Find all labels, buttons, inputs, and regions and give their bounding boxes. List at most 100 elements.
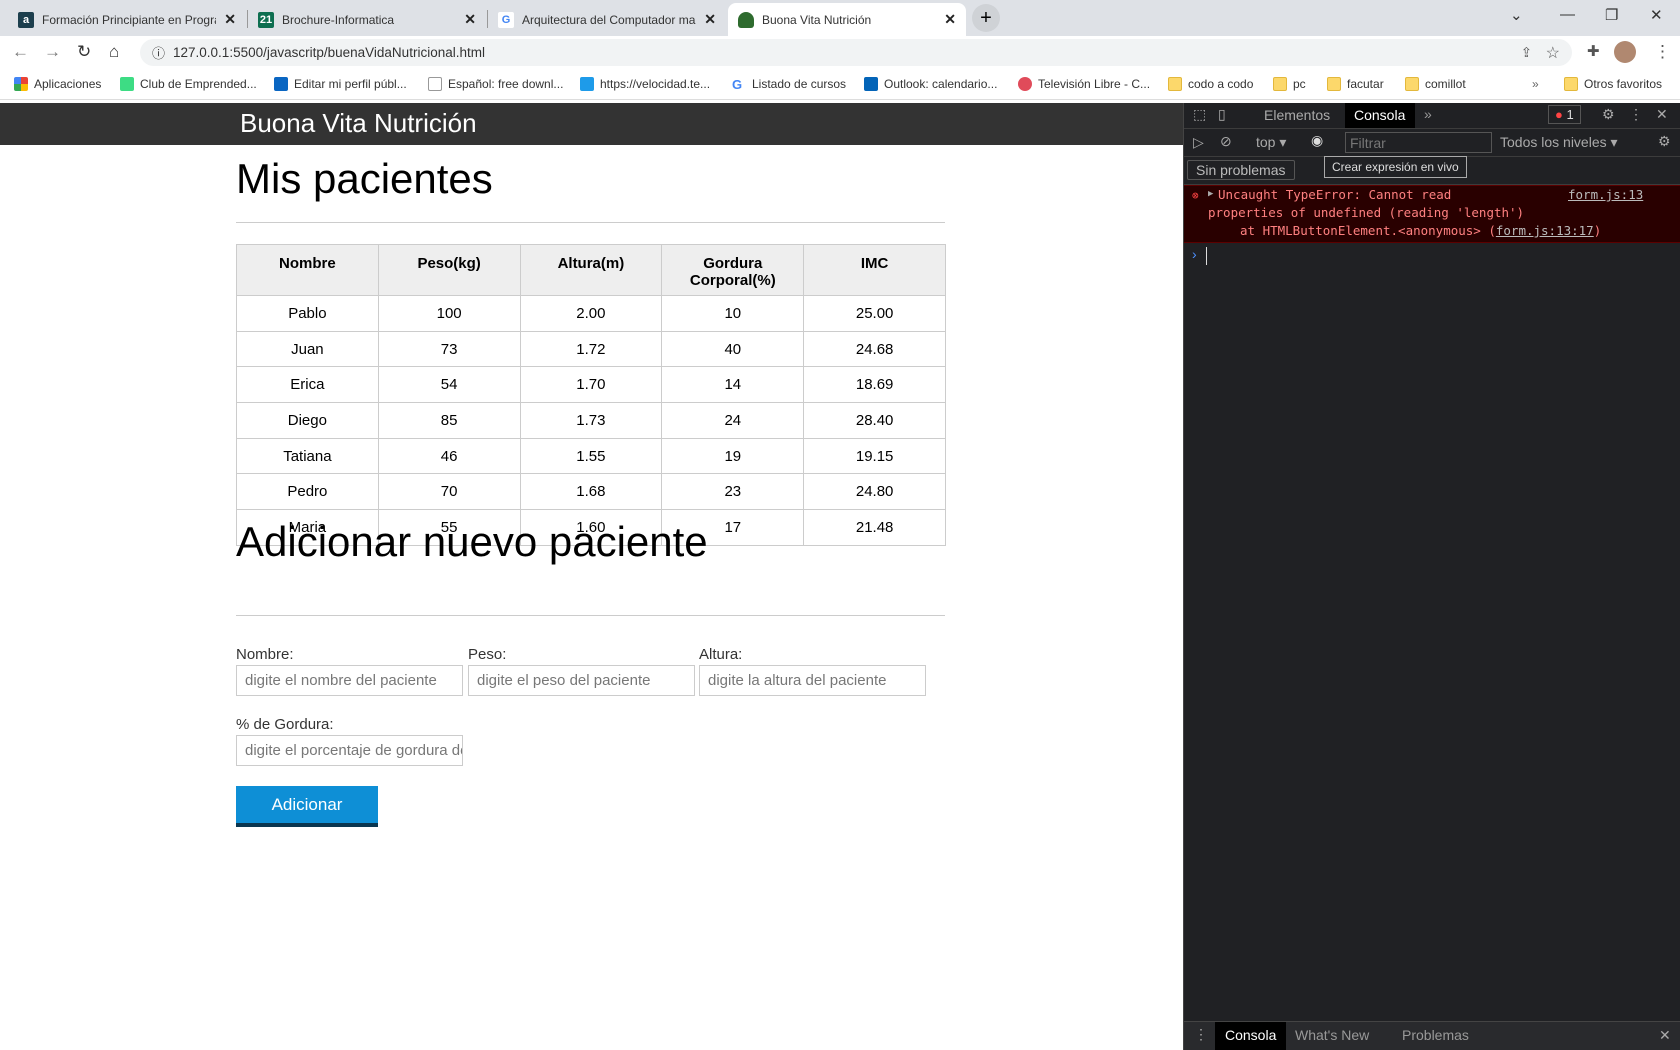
inspect-icon[interactable]: ⬚ bbox=[1193, 106, 1206, 123]
bookmark-label: comillot bbox=[1425, 77, 1466, 91]
close-tab-icon[interactable]: ✕ bbox=[944, 11, 956, 28]
bookmark[interactable]: Outlook: calendario... bbox=[864, 77, 997, 91]
column-header: Nombre bbox=[236, 244, 379, 296]
bookmark-folder[interactable]: facutar bbox=[1327, 77, 1384, 91]
stack-link[interactable]: form.js:13:17 bbox=[1496, 223, 1594, 238]
context-selector[interactable]: top ▾ bbox=[1256, 134, 1286, 151]
expand-arrow-icon[interactable]: ▶ bbox=[1208, 189, 1213, 199]
tab[interactable]: a Formación Principiante en Progra ✕ bbox=[8, 3, 246, 36]
table-cell: 1.68 bbox=[519, 473, 663, 511]
bookmark[interactable]: Club de Emprended... bbox=[120, 77, 257, 91]
drawer-menu-icon[interactable]: ⋮ bbox=[1194, 1026, 1208, 1043]
bookmark-folder[interactable]: codo a codo bbox=[1168, 77, 1253, 91]
table-cell: 19.15 bbox=[803, 437, 946, 475]
console-settings-icon[interactable]: ⚙ bbox=[1658, 133, 1671, 150]
info-icon[interactable]: ⓘ bbox=[152, 43, 165, 62]
bookmark[interactable]: Español: free downl... bbox=[428, 77, 563, 91]
table-cell: 1.72 bbox=[519, 330, 663, 368]
bookmark[interactable]: https://velocidad.te... bbox=[580, 77, 710, 91]
close-tab-icon[interactable]: ✕ bbox=[464, 11, 476, 28]
close-devtools-icon[interactable]: ✕ bbox=[1656, 106, 1668, 123]
tab[interactable]: G Arquitectura del Computador ma ✕ bbox=[488, 3, 726, 36]
tab-active[interactable]: Buona Vita Nutrición ✕ bbox=[728, 3, 966, 36]
error-counter[interactable]: ● 1 bbox=[1548, 105, 1581, 124]
more-options-icon[interactable]: ⋮ bbox=[1629, 106, 1643, 123]
address-bar[interactable]: ⓘ 127.0.0.1:5500/javascritp/buenaVidaNutr… bbox=[140, 39, 1572, 66]
table-cell: Pablo bbox=[236, 295, 379, 332]
bookmark[interactable]: Televisión Libre - C... bbox=[1018, 77, 1150, 91]
reload-icon[interactable]: ↻ bbox=[77, 42, 91, 62]
share-icon[interactable]: ⇪ bbox=[1521, 45, 1532, 61]
source-link[interactable]: form.js:13 bbox=[1568, 187, 1643, 202]
column-header: Altura(m) bbox=[519, 244, 663, 296]
nombre-input[interactable] bbox=[236, 665, 463, 696]
v-icon bbox=[428, 77, 442, 91]
home-icon[interactable]: ⌂ bbox=[109, 42, 119, 62]
bookmark-label: Editar mi perfil públ... bbox=[294, 77, 407, 91]
close-tab-icon[interactable]: ✕ bbox=[704, 11, 716, 28]
sidebar-toggle-icon[interactable]: ▷ bbox=[1193, 134, 1204, 151]
console-prompt-icon: › bbox=[1192, 246, 1197, 262]
forward-icon[interactable]: → bbox=[44, 42, 61, 62]
back-icon[interactable]: ← bbox=[12, 42, 29, 62]
star-icon[interactable]: ☆ bbox=[1546, 43, 1560, 63]
divider bbox=[236, 222, 945, 223]
bookmark-label: pc bbox=[1293, 77, 1306, 91]
avatar[interactable] bbox=[1614, 41, 1636, 63]
minimize-icon[interactable]: — bbox=[1560, 6, 1575, 23]
console-input[interactable] bbox=[1206, 247, 1207, 265]
table-cell: 10 bbox=[661, 295, 805, 332]
extensions-icon[interactable]: ✚ bbox=[1587, 42, 1600, 60]
more-tabs-button[interactable]: » bbox=[1424, 106, 1432, 122]
drawer-tab-problemas[interactable]: Problemas bbox=[1402, 1027, 1469, 1043]
menu-icon[interactable]: ⋮ bbox=[1654, 42, 1671, 62]
bookmark[interactable]: G Listado de cursos bbox=[732, 77, 847, 92]
device-toolbar-icon[interactable]: ▯ bbox=[1218, 106, 1226, 123]
clear-console-icon[interactable]: ⊘ bbox=[1220, 133, 1232, 150]
issues-button[interactable]: Sin problemas bbox=[1187, 160, 1295, 180]
page-title: Mis pacientes bbox=[236, 155, 493, 202]
log-levels-dropdown[interactable]: Todos los niveles ▾ bbox=[1500, 134, 1618, 151]
peso-input[interactable] bbox=[468, 665, 695, 696]
more-bookmarks-button[interactable]: » bbox=[1532, 77, 1539, 91]
add-patient-button[interactable]: Adicionar bbox=[236, 786, 378, 827]
gordura-label: % de Gordura: bbox=[236, 716, 334, 733]
stack-text: ) bbox=[1593, 223, 1602, 238]
altura-input[interactable] bbox=[699, 665, 926, 696]
table-cell: 85 bbox=[377, 402, 521, 439]
tab-elementos[interactable]: Elementos bbox=[1264, 107, 1330, 123]
other-bookmarks[interactable]: Otros favoritos bbox=[1564, 77, 1662, 91]
tab[interactable]: 21 Brochure-Informatica ✕ bbox=[248, 3, 486, 36]
linkedin-icon bbox=[274, 77, 288, 91]
tab-search-icon[interactable]: ⌄ bbox=[1510, 6, 1523, 24]
google-icon: G bbox=[732, 77, 743, 92]
folder-icon bbox=[1564, 77, 1578, 91]
browser-toolbar: ← → ↻ ⌂ ⓘ 127.0.0.1:5500/javascritp/buena… bbox=[0, 36, 1680, 69]
bookmark-folder[interactable]: comillot bbox=[1405, 77, 1466, 91]
bookmark[interactable]: Editar mi perfil públ... bbox=[274, 77, 407, 91]
new-tab-button[interactable]: + bbox=[972, 4, 1000, 32]
close-drawer-icon[interactable]: ✕ bbox=[1659, 1027, 1671, 1044]
bookmark-label: Listado de cursos bbox=[752, 77, 847, 91]
settings-icon[interactable]: ⚙ bbox=[1602, 106, 1615, 123]
tab-title: Formación Principiante en Progra bbox=[42, 12, 217, 27]
tab-consola[interactable]: Consola bbox=[1345, 103, 1415, 128]
close-window-icon[interactable]: ✕ bbox=[1650, 6, 1663, 24]
filter-input[interactable] bbox=[1345, 132, 1492, 153]
restore-icon[interactable]: ❐ bbox=[1605, 6, 1618, 24]
bookmark-folder[interactable]: pc bbox=[1273, 77, 1306, 91]
live-expression-eye-icon[interactable]: ◉ bbox=[1311, 132, 1323, 149]
drawer-tab-consola[interactable]: Consola bbox=[1215, 1022, 1287, 1050]
drawer-tab-whats-new[interactable]: What's New bbox=[1295, 1027, 1369, 1043]
url-text: 127.0.0.1:5500/javascritp/buenaVidaNutri… bbox=[173, 45, 485, 60]
gordura-input[interactable] bbox=[236, 735, 463, 766]
close-tab-icon[interactable]: ✕ bbox=[224, 11, 236, 28]
club-icon bbox=[120, 77, 134, 91]
peso-label: Peso: bbox=[468, 646, 507, 663]
bookmark-apps[interactable]: Aplicaciones bbox=[14, 77, 101, 91]
tab-title: Arquitectura del Computador ma bbox=[522, 12, 696, 27]
table-cell: 70 bbox=[377, 473, 521, 511]
table-cell: 40 bbox=[661, 330, 805, 368]
folder-icon bbox=[1273, 77, 1287, 91]
table-cell: 46 bbox=[377, 437, 521, 475]
